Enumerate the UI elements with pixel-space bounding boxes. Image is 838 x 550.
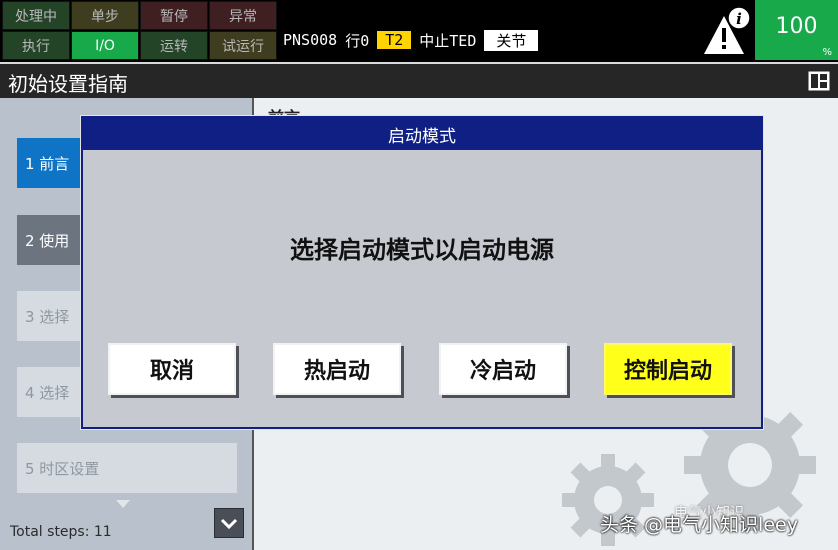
program-state: 中止TED	[419, 31, 477, 50]
chevron-down-icon	[220, 518, 238, 530]
status-step: 单步	[71, 1, 139, 30]
controlled-start-button[interactable]: 控制启动	[604, 343, 732, 395]
status-run: 执行	[2, 31, 70, 60]
dialog-title: 启动模式	[83, 118, 761, 150]
window-titlebar: 初始设置指南	[0, 62, 838, 98]
scroll-down-button[interactable]	[214, 508, 244, 538]
watermark-credit: 头条 @电气小知识leey	[600, 514, 798, 536]
hot-start-button[interactable]: 热启动	[273, 343, 401, 395]
page-title: 初始设置指南	[8, 72, 128, 96]
status-hold: 暂停	[140, 1, 208, 30]
step-item-5[interactable]: 5 时区设置	[17, 443, 237, 493]
program-info: PNS008 行0 T2 中止TED 关节	[283, 28, 546, 52]
cancel-button[interactable]: 取消	[108, 343, 236, 395]
status-test-cycle: 试运行	[209, 31, 277, 60]
status-fault: 异常	[209, 1, 277, 30]
coord-joint-badge[interactable]: 关节	[484, 29, 539, 51]
split-screen-icon[interactable]	[808, 71, 830, 91]
line-number: 行0	[345, 31, 370, 50]
tool-badge: T2	[377, 31, 412, 49]
status-bar: 处理中 单步 暂停 异常 执行 I/O 运转 试运行 PNS008 行0 T2 …	[0, 0, 838, 62]
startup-mode-dialog: 启动模式 选择启动模式以启动电源 取消 热启动 冷启动 控制启动	[81, 116, 763, 429]
dialog-message: 选择启动模式以启动电源	[290, 235, 554, 264]
override-indicator[interactable]: 100 %	[755, 0, 838, 60]
status-io: I/O	[71, 31, 139, 60]
cold-start-button[interactable]: 冷启动	[439, 343, 567, 395]
svg-text:i: i	[736, 10, 742, 28]
override-unit: %	[822, 47, 832, 58]
status-indicator-grid: 处理中 单步 暂停 异常 执行 I/O 运转 试运行	[0, 0, 278, 62]
more-steps-arrow-icon	[116, 500, 130, 508]
total-steps: Total steps: 11	[10, 524, 112, 540]
program-name: PNS008	[283, 31, 338, 49]
warning-info-icon[interactable]: i	[700, 4, 754, 58]
override-value: 100	[775, 14, 818, 39]
status-busy: 处理中	[2, 1, 70, 30]
status-prod: 运转	[140, 31, 208, 60]
